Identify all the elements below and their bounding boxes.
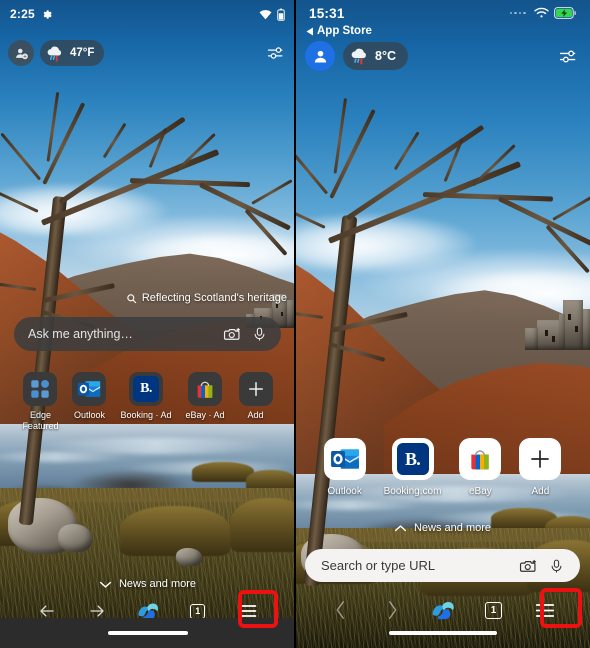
tile-ebay-ad[interactable]: eBay · Ad [186, 372, 225, 431]
booking-icon: B. [391, 438, 434, 480]
rain-cloud-icon [45, 45, 65, 62]
gear-icon [41, 9, 52, 20]
android-status-bar: 2:25 [0, 0, 295, 28]
tile-label: Edge Featured [22, 410, 59, 431]
home-indicator[interactable] [107, 631, 188, 635]
search-input[interactable]: Search or type URL [321, 558, 508, 573]
outlook-icon [323, 438, 366, 480]
chevron-up-icon [394, 524, 407, 533]
edge-featured-grid-icon [23, 372, 58, 406]
android-shortcut-tiles: Edge Featured Outlook B. Booking · Ad eB… [0, 372, 295, 431]
booking-icon: B. [128, 372, 163, 406]
weather-temperature: 47°F [70, 47, 95, 59]
ios-search-bar[interactable]: Search or type URL [305, 549, 580, 582]
camera-lens-icon[interactable] [519, 557, 538, 575]
news-and-more-label: News and more [118, 578, 197, 590]
tile-booking-ad[interactable]: B. Booking · Ad [120, 372, 172, 431]
tile-label: Booking.com [383, 486, 442, 497]
weather-temperature: 8°C [375, 49, 396, 63]
ebay-icon [188, 372, 223, 406]
ios-shortcut-tiles: Outlook B. Booking.com eBay Add [295, 438, 590, 498]
avatar[interactable] [8, 40, 34, 66]
ios-home-indicator-area [295, 624, 590, 648]
search-icon [126, 293, 137, 304]
weather-pill[interactable]: 47°F [40, 40, 105, 66]
tile-add[interactable]: Add [519, 438, 562, 498]
android-news-and-more[interactable]: News and more [0, 578, 295, 590]
android-gesture-bar [0, 618, 295, 648]
signal-dots-icon [509, 11, 526, 15]
panel-divider [294, 0, 296, 648]
tuner-settings-icon[interactable] [265, 43, 287, 63]
tile-label: Outlook [327, 486, 362, 497]
comparison-stage: 2:25 47°F Reflecting Scotland's heritage… [0, 0, 590, 648]
android-search-bar[interactable]: Ask me anything… [14, 317, 281, 351]
tile-label: Add [531, 486, 550, 497]
tile-ebay[interactable]: eBay [459, 438, 502, 498]
back-triangle-icon [306, 27, 314, 36]
hamburger-menu-button[interactable] [223, 603, 273, 619]
back-to-app-store-link[interactable]: App Store [306, 25, 372, 37]
tile-add[interactable]: Add [238, 372, 273, 431]
ios-news-and-more[interactable]: News and more [295, 522, 590, 534]
forward-button[interactable] [366, 600, 417, 620]
copilot-icon[interactable] [417, 598, 468, 622]
tile-edge-featured[interactable]: Edge Featured [22, 372, 58, 431]
avatar[interactable] [305, 41, 335, 71]
tab-switcher-button[interactable]: 1 [173, 603, 223, 619]
ios-bottom-nav: 1 [295, 592, 590, 628]
tuner-settings-icon[interactable] [557, 46, 580, 67]
chevron-down-icon [99, 580, 112, 589]
caption-text: Reflecting Scotland's heritage [141, 292, 287, 304]
microphone-icon[interactable] [549, 557, 564, 575]
battery-charging-icon [554, 7, 576, 19]
plus-icon [519, 438, 562, 480]
microphone-icon[interactable] [252, 325, 267, 343]
news-and-more-label: News and more [413, 522, 492, 534]
tile-label: Add [247, 410, 264, 420]
search-input[interactable]: Ask me anything… [28, 327, 213, 341]
back-link-label: App Store [317, 25, 372, 37]
ebay-icon [459, 438, 502, 480]
tile-booking[interactable]: B. Booking.com [383, 438, 442, 498]
plus-icon [238, 372, 273, 406]
tab-switcher-button[interactable]: 1 [468, 601, 519, 619]
wifi-icon [534, 7, 549, 19]
wifi-icon [259, 9, 272, 20]
hamburger-menu-button[interactable] [519, 602, 570, 619]
ios-phone-screenshot: 15:31 App Store 8°C Outlook B. Booking.c… [295, 0, 590, 648]
back-button[interactable] [315, 600, 366, 620]
status-time: 2:25 [10, 7, 35, 21]
ios-status-bar: 15:31 [295, 0, 590, 26]
tile-label: Outlook [73, 410, 105, 420]
tile-outlook[interactable]: Outlook [72, 372, 107, 431]
tile-label: Booking · Ad [120, 410, 172, 420]
android-top-controls: 47°F [0, 40, 295, 66]
ios-top-controls: 8°C [295, 41, 590, 71]
tile-outlook[interactable]: Outlook [323, 438, 366, 498]
weather-pill[interactable]: 8°C [343, 42, 408, 70]
wallpaper-caption-android[interactable]: Reflecting Scotland's heritage [126, 292, 287, 304]
tile-label: eBay · Ad [185, 410, 225, 420]
status-time: 15:31 [309, 5, 345, 21]
rain-cloud-icon [349, 47, 370, 65]
outlook-icon [72, 372, 107, 406]
camera-lens-icon[interactable] [223, 325, 242, 343]
tab-count: 1 [485, 601, 502, 619]
battery-icon [277, 8, 285, 21]
home-indicator[interactable] [388, 631, 497, 635]
android-phone-screenshot: 2:25 47°F Reflecting Scotland's heritage… [0, 0, 295, 648]
tab-count: 1 [190, 603, 206, 619]
tile-label: eBay [469, 486, 492, 497]
